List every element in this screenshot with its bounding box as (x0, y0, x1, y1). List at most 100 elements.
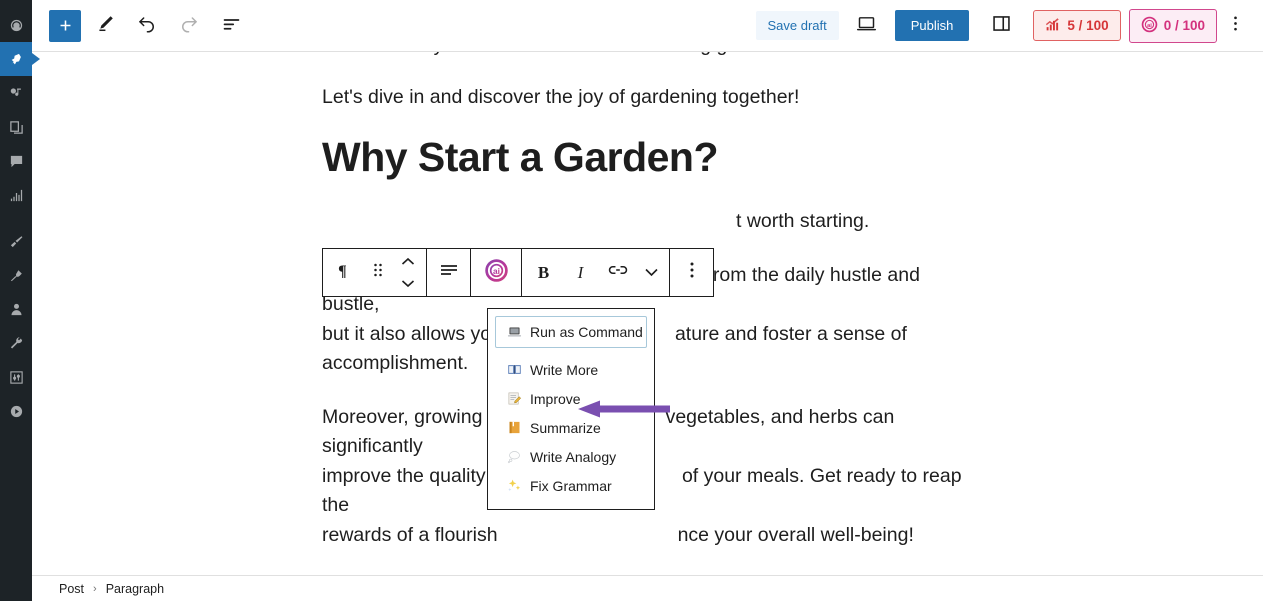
save-draft-button[interactable]: Save draft (755, 11, 839, 40)
ai-menu-item-fix-grammar[interactable]: Fix Grammar (495, 471, 647, 500)
ai-score-badge[interactable]: ai 0 / 100 (1128, 8, 1217, 43)
settings-panel-button[interactable] (983, 8, 1019, 44)
link-icon (608, 263, 628, 282)
sidebar-item-pages[interactable] (0, 110, 32, 144)
ai-circle-icon: ai (1141, 16, 1158, 36)
settings-panel-icon (991, 13, 1012, 39)
block-toolbar-group-options (670, 249, 713, 296)
sidebar-item-comments[interactable] (0, 144, 32, 178)
play-icon (9, 404, 24, 419)
thought-icon (507, 449, 522, 464)
seo-score-value: 5 / 100 (1067, 18, 1109, 33)
heading-block[interactable]: Why Start a Garden? (322, 134, 982, 181)
paragraph-icon: ¶ (335, 261, 354, 285)
svg-text:ai: ai (1147, 22, 1152, 28)
analytics-icon (9, 188, 24, 203)
block-toolbar: ¶ ai B I (322, 248, 714, 297)
ai-menu-item-run-as-command[interactable]: Run as Command (495, 316, 647, 348)
undo-icon (137, 13, 157, 38)
para3-line5: accomplishment. (322, 352, 469, 375)
chevron-down-icon (644, 264, 659, 282)
ai-menu-item-label: Run as Command (530, 324, 643, 340)
paragraph-block[interactable]: the necessary information to create a th… (322, 52, 982, 61)
ai-menu-item-label: Improve (530, 390, 581, 407)
sidebar-item-media[interactable] (0, 76, 32, 110)
seo-chart-icon (1045, 17, 1061, 34)
paragraph-block-selected[interactable]: t worth starting. (322, 207, 982, 237)
add-block-button[interactable] (49, 9, 81, 42)
svg-text:ai: ai (493, 266, 500, 276)
ai-circle-icon: ai (484, 258, 509, 288)
block-options-button[interactable] (673, 249, 710, 296)
document-overview-button[interactable] (213, 8, 249, 44)
align-text-button[interactable] (430, 249, 467, 296)
sidebar-item-player[interactable] (0, 394, 32, 428)
more-rich-text-button[interactable] (636, 249, 666, 296)
sliders-icon (9, 370, 24, 385)
drag-handle-button[interactable] (363, 249, 393, 296)
block-toolbar-group-format: B I (522, 249, 670, 296)
ai-menu-item-label: Write Analogy (530, 448, 617, 465)
sidebar-item-settings[interactable] (0, 360, 32, 394)
para3-line4: ature and foster a sense of (674, 322, 907, 345)
ai-assistant-button[interactable]: ai (474, 249, 518, 296)
link-button[interactable] (599, 249, 636, 296)
edit-tool-button[interactable] (87, 8, 123, 44)
move-updown-button[interactable] (393, 249, 423, 296)
publish-button[interactable]: Publish (894, 10, 970, 41)
breadcrumb-item-paragraph[interactable]: Paragraph (106, 582, 164, 596)
ai-menu-item-label: Summarize (530, 419, 601, 436)
ai-menu-item-write-more[interactable]: Write More (495, 355, 647, 384)
block-type-paragraph-button[interactable]: ¶ (326, 249, 363, 296)
ai-menu-item-write-analogy[interactable]: Write Analogy (495, 442, 647, 471)
user-icon (9, 302, 24, 317)
memo-icon (507, 391, 522, 406)
breadcrumb-separator: › (93, 582, 97, 595)
pencil-icon (96, 14, 115, 38)
ai-menu-item-summarize[interactable]: Summarize (495, 413, 647, 442)
more-options-button[interactable] (1221, 8, 1249, 44)
preview-button[interactable] (849, 8, 885, 44)
para4-line1: Moreover, growing y (322, 405, 498, 428)
seo-score-badge[interactable]: 5 / 100 (1033, 10, 1121, 41)
vertical-dots-icon (1233, 14, 1238, 38)
comment-icon (9, 154, 24, 169)
bold-button[interactable]: B (525, 249, 562, 296)
redo-button[interactable] (171, 8, 207, 44)
sidebar-item-dashboard[interactable] (0, 8, 32, 42)
chevron-down-icon (401, 275, 415, 293)
pages-icon (9, 120, 24, 135)
pin-icon (9, 52, 24, 67)
block-toolbar-group-ai: ai (471, 249, 522, 296)
sidebar-item-appearance[interactable] (0, 224, 32, 258)
para3-line3: but it also allows you (322, 322, 502, 345)
align-icon (439, 262, 459, 283)
media-icon (9, 86, 24, 101)
laptop-icon (507, 325, 522, 340)
plug-icon (9, 268, 24, 283)
editor-header: Save draft Publish 5 / 100 ai 0 / 100 (32, 0, 1263, 52)
sidebar-item-plugins[interactable] (0, 258, 32, 292)
sidebar-item-analytics[interactable] (0, 178, 32, 212)
paragraph-tail-text: t worth starting. (736, 210, 870, 233)
gauge-icon (9, 18, 24, 33)
sidebar-item-users[interactable] (0, 292, 32, 326)
ai-assistant-menu: Run as Command Write More Improve Summar… (487, 308, 655, 510)
editor-window: the necessary information to create a th… (0, 0, 1263, 601)
paragraph-block[interactable]: Let's dive in and discover the joy of ga… (322, 83, 982, 113)
admin-sidebar (0, 0, 40, 601)
undo-button[interactable] (129, 8, 165, 44)
chevron-up-icon (401, 253, 415, 271)
svg-text:¶: ¶ (338, 263, 347, 280)
drag-dots-icon (372, 262, 384, 283)
ai-menu-item-improve[interactable]: Improve (495, 384, 647, 413)
ai-menu-item-label: Fix Grammar (530, 477, 612, 494)
sidebar-item-tools[interactable] (0, 326, 32, 360)
plus-icon (60, 20, 70, 31)
breadcrumb-item-post[interactable]: Post (59, 582, 84, 596)
vertical-dots-icon (689, 261, 695, 284)
header-left-tools (32, 8, 249, 44)
para4-line3: improve the quality a (322, 464, 502, 487)
sidebar-item-pin[interactable] (0, 42, 40, 76)
italic-button[interactable]: I (562, 249, 599, 296)
